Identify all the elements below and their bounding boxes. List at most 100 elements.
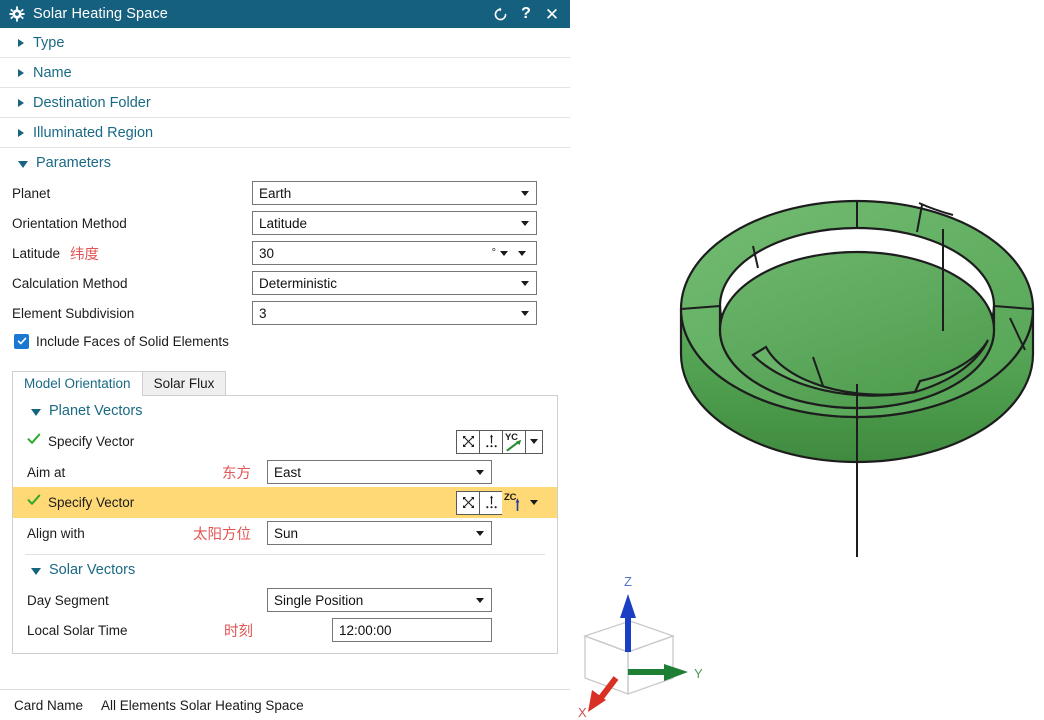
row-align-with: Align with 太阳方位 Sun <box>13 518 557 548</box>
group-name[interactable]: Name <box>0 58 570 88</box>
calculation-method-label: Calculation Method <box>12 275 128 291</box>
x-axis-arrow-icon <box>588 676 619 712</box>
local-solar-time-label-text: Local Solar Time <box>27 622 128 638</box>
expression-chevron-down-icon[interactable] <box>518 250 526 256</box>
yc-axis-arrow-icon[interactable]: YC <box>502 429 526 454</box>
gear-icon <box>9 6 25 22</box>
aim-at-label: Aim at 东方 <box>27 462 267 483</box>
vector-points-icon[interactable] <box>479 429 503 454</box>
specify-vector-label: Specify Vector <box>48 495 135 510</box>
planet-value: Earth <box>259 185 292 201</box>
latitude-label-text: Latitude <box>12 245 61 261</box>
group-label: Illuminated Region <box>33 124 154 141</box>
planet-label: Planet <box>12 185 51 201</box>
chevron-down-icon <box>31 567 41 575</box>
vector-inferred-icon[interactable] <box>456 429 480 454</box>
reset-icon[interactable] <box>490 4 510 24</box>
checkbox-icon[interactable] <box>14 333 29 349</box>
local-solar-time-label: Local Solar Time 时刻 <box>27 620 267 641</box>
green-annular-solid <box>679 199 1035 557</box>
row-orientation-method: Orientation Method Latitude <box>0 208 570 238</box>
card-name-label: Card Name <box>14 697 84 713</box>
align-with-select[interactable]: Sun <box>267 521 492 545</box>
vector-menu-chevron-down-icon[interactable] <box>525 490 543 515</box>
vector-menu-chevron-down-icon[interactable] <box>525 429 543 454</box>
orientation-method-select[interactable]: Latitude <box>252 211 537 235</box>
latitude-input[interactable]: 30 ° <box>252 241 537 265</box>
chevron-down-icon <box>521 220 529 226</box>
day-segment-label: Day Segment <box>27 592 109 608</box>
group-planet-vectors[interactable]: Planet Vectors <box>13 396 557 426</box>
axis-label: YC <box>505 431 518 443</box>
group-solar-vectors[interactable]: Solar Vectors <box>13 555 557 585</box>
y-axis-label: Y <box>694 666 703 681</box>
z-axis-label: Z <box>624 574 632 589</box>
close-icon[interactable]: ✕ <box>542 4 562 24</box>
statusbar: Card Name All Elements Solar Heating Spa… <box>0 689 584 720</box>
aim-at-label-text: Aim at <box>27 464 66 480</box>
align-with-annotation: 太阳方位 <box>193 526 251 543</box>
chevron-down-icon <box>18 160 28 168</box>
3d-viewport[interactable]: Z Y X <box>570 0 1044 720</box>
calculation-method-select[interactable]: Deterministic <box>252 271 537 295</box>
group-label: Name <box>33 64 72 81</box>
chevron-down-icon <box>31 408 41 416</box>
specify-vector-row-2[interactable]: Specify Vector ZC <box>13 487 557 518</box>
orientation-method-label: Orientation Method <box>12 215 127 231</box>
unit-chevron-down-icon[interactable] <box>500 250 508 256</box>
day-segment-select[interactable]: Single Position <box>267 588 492 612</box>
group-label: Solar Vectors <box>49 562 136 578</box>
local-solar-time-annotation: 时刻 <box>224 623 253 640</box>
chevron-down-glyph <box>530 500 538 505</box>
chevron-down-glyph <box>530 439 538 444</box>
latitude-value: 30 <box>259 245 275 261</box>
tabstrip: Model Orientation Solar Flux <box>0 370 570 396</box>
chevron-down-icon <box>476 530 484 536</box>
dialog-titlebar: Solar Heating Space ? ✕ <box>0 0 570 28</box>
group-illuminated-region[interactable]: Illuminated Region <box>0 118 570 148</box>
include-faces-checkbox-row[interactable]: Include Faces of Solid Elements <box>0 328 570 354</box>
group-destination-folder[interactable]: Destination Folder <box>0 88 570 118</box>
group-type[interactable]: Type <box>0 28 570 58</box>
vector-button-group-2: ZC <box>456 490 543 515</box>
group-label: Planet Vectors <box>49 403 143 419</box>
row-latitude: Latitude 纬度 30 ° <box>0 238 570 268</box>
element-subdivision-select[interactable]: 3 <box>252 301 537 325</box>
check-icon <box>27 432 41 451</box>
x-axis-label: X <box>578 705 587 720</box>
chevron-down-icon <box>521 190 529 196</box>
vector-button-group-1: YC <box>456 429 543 454</box>
specify-vector-row-1[interactable]: Specify Vector YC <box>13 426 557 457</box>
group-parameters[interactable]: Parameters <box>0 148 570 178</box>
latitude-unit: ° <box>491 247 496 259</box>
row-planet: Planet Earth <box>0 178 570 208</box>
chevron-right-icon <box>18 128 24 137</box>
check-icon <box>27 493 41 512</box>
zc-axis-arrow-icon[interactable]: ZC <box>502 490 526 515</box>
parameters-panel: Planet Earth Orientation Method Latitude <box>0 178 570 362</box>
element-subdivision-label: Element Subdivision <box>12 305 135 321</box>
tab-solar-flux[interactable]: Solar Flux <box>141 371 227 396</box>
local-solar-time-input[interactable]: 12:00:00 <box>332 618 492 642</box>
chevron-right-icon <box>18 38 24 47</box>
axis-label: ZC <box>504 491 517 503</box>
row-element-subdivision: Element Subdivision 3 <box>0 298 570 328</box>
card-name-value: All Elements Solar Heating Space <box>101 697 304 713</box>
element-subdivision-value: 3 <box>259 305 267 321</box>
vector-inferred-icon[interactable] <box>456 490 480 515</box>
chevron-down-icon <box>521 310 529 316</box>
row-day-segment: Day Segment Single Position <box>13 585 557 615</box>
chevron-right-icon <box>18 68 24 77</box>
vector-points-icon[interactable] <box>479 490 503 515</box>
dialog-title: Solar Heating Space <box>33 6 168 22</box>
latitude-label: Latitude 纬度 <box>12 243 252 264</box>
planet-select[interactable]: Earth <box>252 181 537 205</box>
tab-model-orientation[interactable]: Model Orientation <box>12 371 143 396</box>
aim-at-select[interactable]: East <box>267 460 492 484</box>
day-segment-value: Single Position <box>274 592 364 608</box>
orientation-method-value: Latitude <box>259 215 308 231</box>
row-aim-at: Aim at 东方 East <box>13 457 557 487</box>
specify-vector-label: Specify Vector <box>48 434 135 449</box>
solar-heating-space-dialog: Solar Heating Space ? ✕ Type Name Destin… <box>0 0 584 720</box>
help-icon[interactable]: ? <box>516 4 536 24</box>
